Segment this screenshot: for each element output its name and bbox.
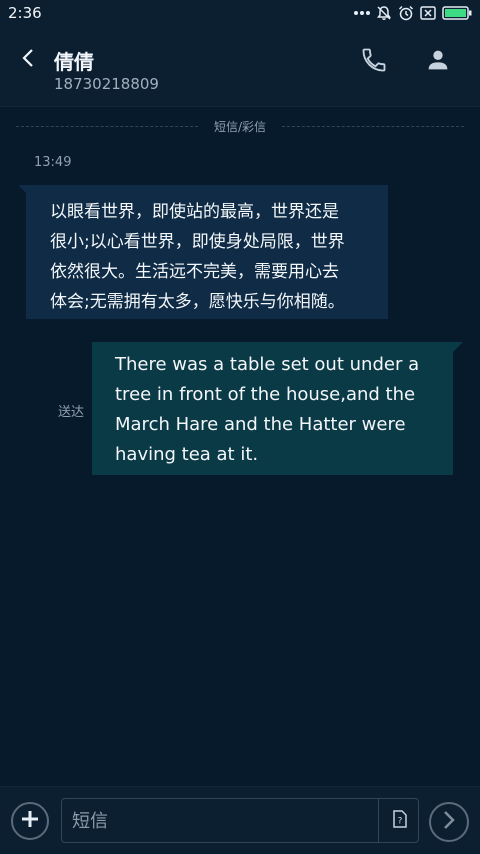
more-dots-icon <box>354 10 370 16</box>
message-line: 体会;无需拥有太多，愿快乐与你相随。 <box>50 292 345 312</box>
sim-blocked-icon <box>420 6 436 20</box>
message-line: There was a table set out under a <box>115 354 420 375</box>
person-icon <box>424 50 452 78</box>
alarm-icon <box>398 5 414 21</box>
contact-name: 倩倩 <box>54 50 94 74</box>
back-arrow-icon <box>20 48 36 72</box>
sim-select-button[interactable]: ? <box>389 810 411 832</box>
notifications-off-icon <box>376 5 392 21</box>
delivery-status: 送达 <box>58 405 85 420</box>
back-button[interactable] <box>14 46 42 74</box>
divider-line-right <box>282 126 464 127</box>
message-line: 以眼看世界，即使站的最高，世界还是 <box>50 202 339 222</box>
status-bar: 2:36 <box>0 0 480 26</box>
incoming-message-bubble[interactable]: 以眼看世界，即使站的最高，世界还是 很小;以心看世界，即使身处局限，世界 依然很… <box>26 185 388 319</box>
phone-icon <box>360 48 388 78</box>
message-line: 很小;以心看世界，即使身处局限，世界 <box>50 232 345 252</box>
send-button[interactable] <box>429 802 469 842</box>
send-arrow-icon <box>442 810 456 834</box>
contact-details-button[interactable] <box>424 46 452 74</box>
status-time: 2:36 <box>8 4 42 22</box>
conversation-header: 倩倩 18730218809 <box>0 26 480 107</box>
add-attachment-button[interactable] <box>11 802 49 840</box>
message-line: tree in front of the house,and the <box>115 384 416 405</box>
plus-icon <box>20 809 40 833</box>
message-line: 依然很大。生活远不完美，需要用心去 <box>50 262 339 282</box>
message-input-box: ? <box>61 798 419 844</box>
sim-card-icon: ? <box>393 810 407 832</box>
message-line: March Hare and the Hatter were <box>115 414 406 435</box>
svg-text:?: ? <box>398 817 403 827</box>
call-button[interactable] <box>360 46 388 74</box>
contact-phone-number: 18730218809 <box>54 75 159 93</box>
message-input[interactable] <box>70 799 374 844</box>
battery-icon <box>442 6 472 20</box>
input-divider <box>378 799 379 842</box>
message-line: having tea at it. <box>115 444 259 465</box>
outgoing-bubble-tail <box>453 342 463 352</box>
message-timestamp: 13:49 <box>34 155 72 170</box>
message-type-divider: 短信/彩信 <box>16 118 464 136</box>
message-composer: ? <box>0 786 480 854</box>
status-icons <box>354 4 472 22</box>
outgoing-message-bubble[interactable]: There was a table set out under a tree i… <box>92 342 453 475</box>
